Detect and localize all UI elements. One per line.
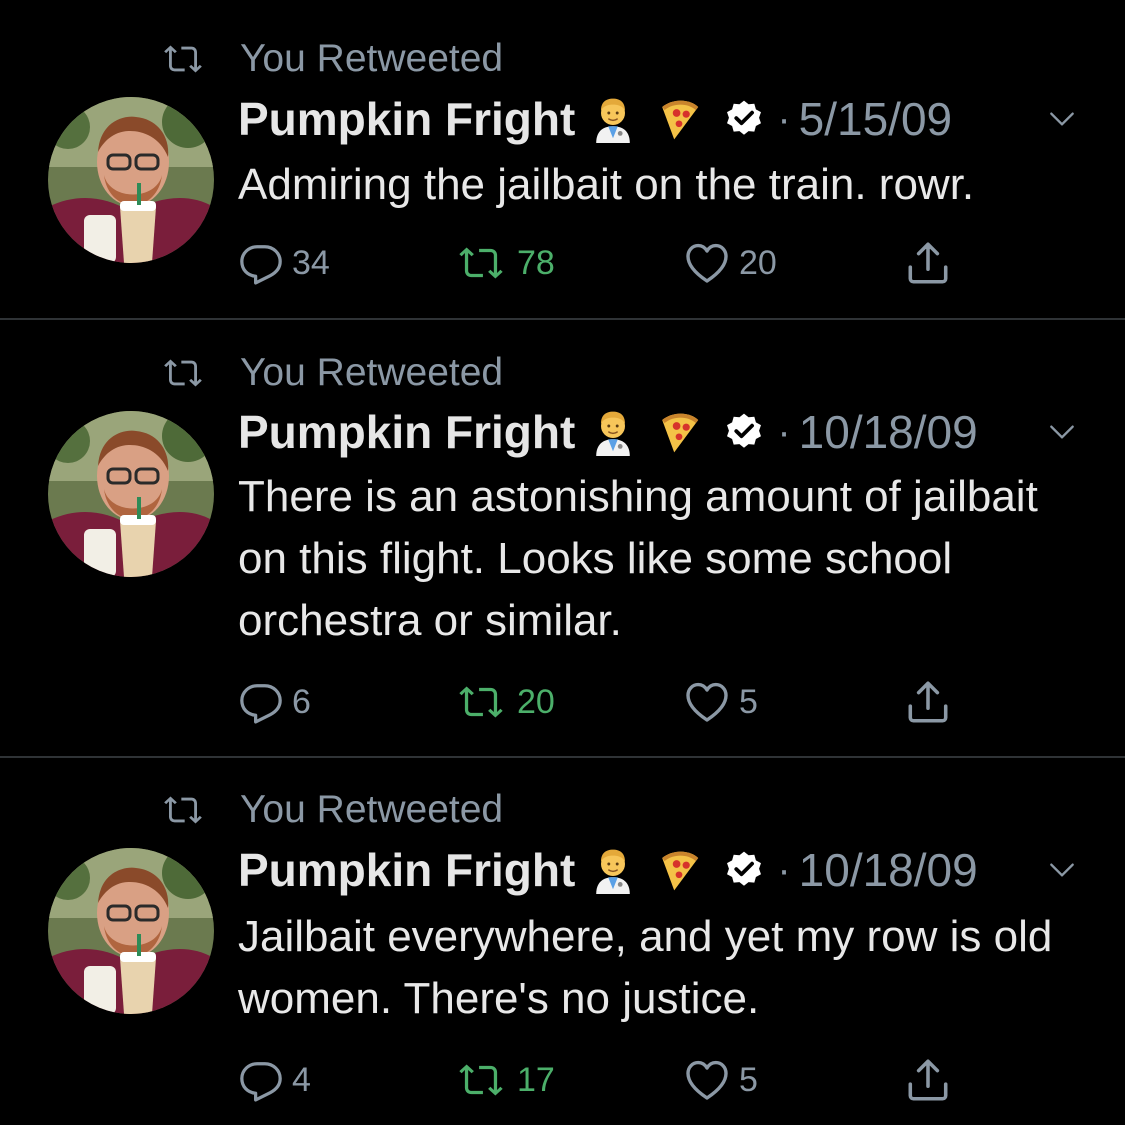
tweet-date[interactable]: 10/18/09 <box>799 405 978 459</box>
avatar[interactable] <box>48 848 214 1014</box>
health-worker-emoji <box>585 91 641 147</box>
share-button[interactable] <box>903 674 953 730</box>
pizza-emoji <box>651 842 707 898</box>
health-worker-emoji <box>585 404 641 460</box>
reply-icon <box>238 679 284 725</box>
share-icon <box>903 1055 953 1105</box>
separator: · <box>777 847 791 892</box>
tweet-text: There is an astonishing amount of jailba… <box>238 472 1038 645</box>
retweet-icon <box>453 1057 509 1103</box>
share-icon <box>903 238 953 288</box>
retweet-button[interactable]: 20 <box>453 674 555 730</box>
retweet-button[interactable]: 78 <box>453 235 555 291</box>
tweet-header: Pumpkin Fright · 5/15/09 <box>238 91 1085 147</box>
reply-count: 6 <box>292 682 311 721</box>
reply-button[interactable]: 6 <box>238 674 311 730</box>
tweet-date[interactable]: 5/15/09 <box>799 92 952 146</box>
like-count: 20 <box>739 243 777 282</box>
tweet-date[interactable]: 10/18/09 <box>799 843 978 897</box>
retweeted-label: You Retweeted <box>240 351 504 394</box>
heart-icon <box>683 239 731 287</box>
chevron-down-icon[interactable] <box>1042 99 1082 139</box>
verified-icon <box>721 409 767 455</box>
tweet-actions: 34 78 20 <box>238 235 998 291</box>
tweet-actions: 6 20 5 <box>238 674 998 730</box>
share-icon <box>903 677 953 727</box>
tweet-text: Admiring the jailbait on the train. rowr… <box>238 160 975 209</box>
tweet-header: Pumpkin Fright · 10/18/09 <box>238 404 1085 460</box>
display-name[interactable]: Pumpkin Fright <box>238 843 575 897</box>
display-name[interactable]: Pumpkin Fright <box>238 92 575 146</box>
retweet-button[interactable]: 17 <box>453 1052 555 1108</box>
retweet-icon <box>453 240 509 286</box>
retweet-icon <box>160 787 220 833</box>
retweet-count: 17 <box>517 1060 555 1099</box>
share-button[interactable] <box>903 235 953 291</box>
retweeted-indicator: You Retweeted <box>160 787 503 833</box>
like-button[interactable]: 20 <box>683 235 777 291</box>
like-count: 5 <box>739 682 758 721</box>
display-name[interactable]: Pumpkin Fright <box>238 405 575 459</box>
verified-icon <box>721 847 767 893</box>
avatar[interactable] <box>48 411 214 577</box>
avatar[interactable] <box>48 97 214 263</box>
retweet-icon <box>160 350 220 396</box>
like-button[interactable]: 5 <box>683 1052 758 1108</box>
retweet-count: 78 <box>517 243 555 282</box>
retweeted-indicator: You Retweeted <box>160 350 503 396</box>
heart-icon <box>683 678 731 726</box>
tweet-actions: 4 17 5 <box>238 1052 998 1108</box>
tweet-header: Pumpkin Fright · 10/18/09 <box>238 842 1085 898</box>
retweet-icon <box>453 679 509 725</box>
like-button[interactable]: 5 <box>683 674 758 730</box>
tweet[interactable]: You Retweeted Pumpkin Fright <box>0 320 1125 756</box>
tweet-text: Jailbait everywhere, and yet my row is o… <box>238 912 1053 1023</box>
reply-button[interactable]: 4 <box>238 1052 311 1108</box>
like-count: 5 <box>739 1060 758 1099</box>
share-button[interactable] <box>903 1052 953 1108</box>
tweet[interactable]: You Retweeted Pumpkin Fright <box>0 758 1125 1125</box>
reply-icon <box>238 1057 284 1103</box>
health-worker-emoji <box>585 842 641 898</box>
retweet-count: 20 <box>517 682 555 721</box>
reply-icon <box>238 240 284 286</box>
tweet[interactable]: You Retweeted Pumpkin Fright <box>0 0 1125 318</box>
retweeted-label: You Retweeted <box>240 37 504 80</box>
separator: · <box>777 409 791 454</box>
retweeted-indicator: You Retweeted <box>160 36 503 82</box>
pizza-emoji <box>651 91 707 147</box>
pizza-emoji <box>651 404 707 460</box>
retweeted-label: You Retweeted <box>240 788 504 831</box>
separator: · <box>777 96 791 141</box>
reply-count: 34 <box>292 243 330 282</box>
retweet-icon <box>160 36 220 82</box>
reply-count: 4 <box>292 1060 311 1099</box>
chevron-down-icon[interactable] <box>1042 412 1082 452</box>
heart-icon <box>683 1056 731 1104</box>
verified-icon <box>721 96 767 142</box>
reply-button[interactable]: 34 <box>238 235 330 291</box>
chevron-down-icon[interactable] <box>1042 850 1082 890</box>
